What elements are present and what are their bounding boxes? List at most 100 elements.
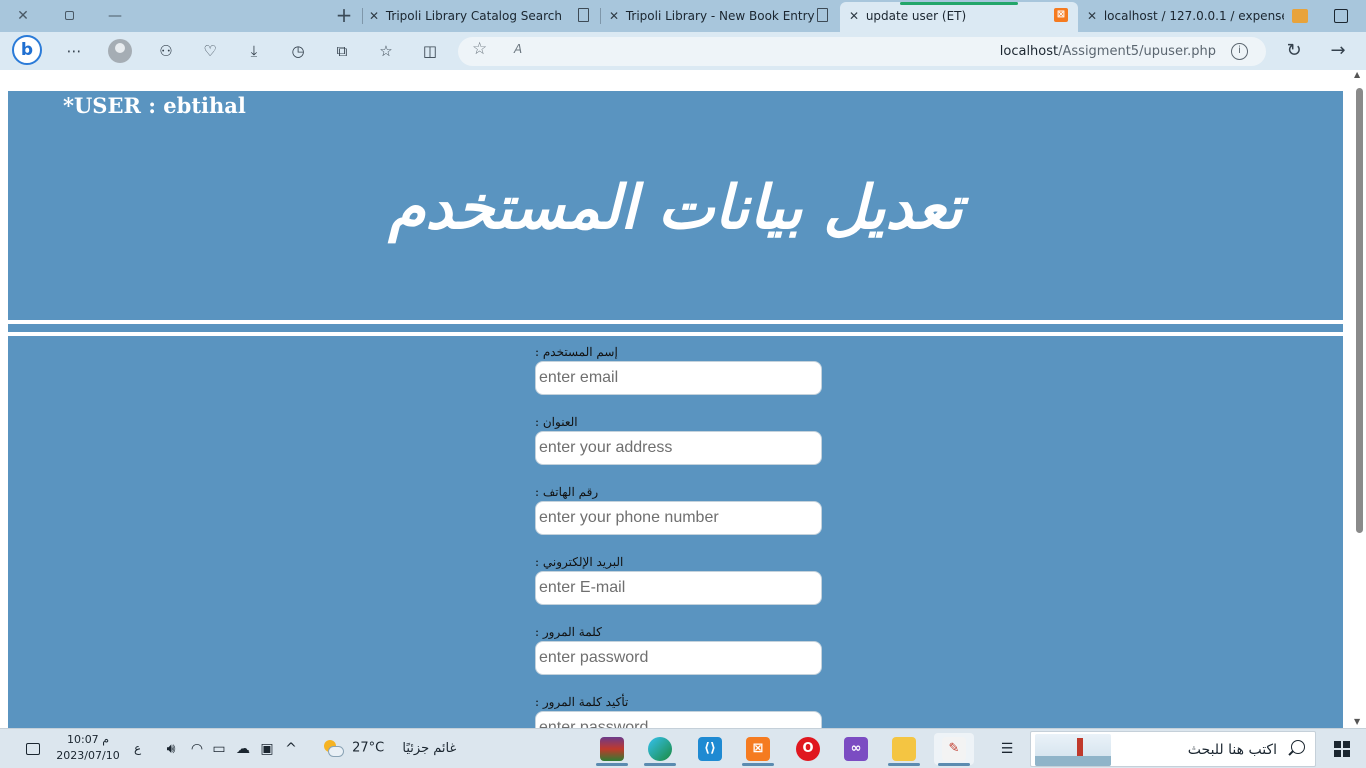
notifications-icon[interactable] — [20, 737, 46, 761]
confirm-password-input[interactable] — [535, 711, 822, 728]
tab-update-user[interactable]: ✕ update user (ET) — [840, 2, 1078, 32]
input-language[interactable]: ع — [134, 741, 141, 755]
edge-app[interactable] — [640, 733, 680, 766]
system-clock[interactable]: 10:07 م 2023/07/10 — [56, 732, 120, 764]
confirm-password-field: تأكيد كلمة المرور : — [535, 694, 825, 728]
weather-temp: 27°C — [352, 740, 385, 756]
weather-icon — [322, 739, 344, 757]
tab-close-icon[interactable]: ✕ — [366, 2, 382, 30]
scroll-down-icon[interactable]: ▼ — [1354, 717, 1360, 726]
email-label: البريد الإلكتروني : — [535, 555, 624, 569]
more-icon[interactable]: ⋯ — [62, 39, 86, 63]
tab-label: update user (ET) — [865, 9, 967, 23]
minimize-icon[interactable]: — — [102, 4, 128, 28]
edge-icon — [648, 737, 672, 761]
windows-taskbar: 10:07 م 2023/07/10 ع 🔊︎ ◠ ▭ ☁ ▣ ^ 27°C غ… — [0, 728, 1366, 768]
page-icon — [817, 8, 828, 22]
file-explorer-app[interactable] — [884, 733, 924, 766]
bing-icon[interactable]: b — [12, 35, 42, 65]
volume-icon[interactable]: 🔊︎ — [158, 737, 184, 761]
address-input[interactable] — [535, 431, 822, 465]
folder-icon — [892, 737, 916, 761]
confirm-password-label: تأكيد كلمة المرور : — [535, 695, 629, 709]
address-label: العنوان : — [535, 415, 578, 429]
xampp-app[interactable]: ⊠ — [738, 733, 778, 766]
paint-app[interactable]: ✎ — [934, 733, 974, 766]
download-icon[interactable]: ⤓ — [242, 39, 266, 63]
tab-catalog-search[interactable]: ✕ Tripoli Library Catalog Search — [366, 2, 600, 32]
scroll-up-icon[interactable]: ▲ — [1354, 70, 1360, 79]
tab-close-icon[interactable]: ✕ — [1084, 2, 1100, 30]
page-viewport: *USER : ebtihal تعديل بيانات المستخدم إس… — [0, 70, 1366, 728]
opera-app[interactable]: O — [788, 733, 828, 765]
tab-phpmyadmin[interactable]: ✕ localhost / 127.0.0.1 / expenses t — [1084, 2, 1284, 32]
lighthouse-icon — [1077, 738, 1083, 758]
visual-studio-app[interactable]: ∞ — [836, 733, 876, 765]
password-input[interactable] — [535, 641, 822, 675]
restore-icon[interactable] — [56, 4, 82, 28]
favorites-icon[interactable]: ☆ — [374, 39, 398, 63]
history-icon[interactable]: ◷ — [286, 39, 310, 63]
tab-close-icon[interactable]: ✕ — [846, 2, 862, 30]
search-placeholder: اكتب هنا للبحث — [1187, 742, 1277, 758]
extensions-icon[interactable]: ⚇ — [154, 39, 178, 63]
search-highlight-image — [1035, 734, 1111, 766]
tab-close-icon[interactable]: ✕ — [606, 2, 622, 30]
collections-icon[interactable]: ⧉ — [330, 39, 354, 63]
running-indicator — [938, 763, 970, 766]
clock-date: 2023/07/10 — [56, 749, 120, 762]
active-tab-indicator — [900, 2, 1018, 5]
task-view-icon[interactable]: ☰ — [994, 737, 1020, 761]
phone-label: رقم الهاتف : — [535, 485, 599, 499]
scroll-thumb[interactable] — [1356, 88, 1363, 533]
header-panel: *USER : ebtihal تعديل بيانات المستخدم — [8, 91, 1343, 320]
weather-widget[interactable]: 27°C غائم جزئيًا — [322, 739, 456, 757]
split-screen-icon[interactable]: ◫ — [418, 39, 442, 63]
password-field: كلمة المرور : — [535, 624, 825, 675]
tab-actions-icon[interactable] — [1334, 9, 1348, 23]
close-icon[interactable]: ✕ — [10, 4, 36, 28]
browser-tab-bar: ✕ — + ✕ Tripoli Library Catalog Search ✕… — [0, 0, 1366, 32]
winrar-icon — [600, 737, 624, 761]
onedrive-icon[interactable]: ☁ — [230, 737, 256, 761]
phpmyadmin-icon — [1292, 9, 1308, 23]
url-text[interactable]: localhost/Assigment5/upuser.php — [1000, 37, 1216, 66]
username-input[interactable] — [535, 361, 822, 395]
tab-new-book-entry[interactable]: ✕ Tripoli Library - New Book Entry — [606, 2, 840, 32]
taskbar-search[interactable]: اكتب هنا للبحث — [1030, 731, 1316, 767]
info-icon[interactable]: i — [1231, 43, 1248, 60]
opera-icon: O — [796, 737, 820, 761]
winrar-app[interactable] — [592, 733, 632, 766]
arrow-right-icon[interactable]: → — [1326, 39, 1350, 63]
email-input[interactable] — [535, 571, 822, 605]
page-icon — [578, 8, 589, 22]
email-field: البريد الإلكتروني : — [535, 554, 825, 605]
phone-input[interactable] — [535, 501, 822, 535]
url-host: localhost — [999, 44, 1059, 59]
user-label: *USER : ebtihal — [63, 93, 246, 118]
browser-toolbar: b ⋯ ⚇ ♡ ⤓ ◷ ⧉ ☆ ◫ ☆ A localhost/Assigmen… — [0, 32, 1366, 70]
running-indicator — [742, 763, 774, 766]
read-aloud-icon[interactable]: A — [514, 42, 522, 56]
username-field: إسم المستخدم : — [535, 344, 825, 395]
page-scrollbar[interactable]: ▲ ▼ — [1352, 70, 1366, 728]
new-tab-button[interactable]: + — [332, 4, 356, 28]
vscode-app[interactable]: ⟨⟩ — [690, 733, 730, 765]
meet-now-icon[interactable]: ▣ — [254, 737, 280, 761]
windows-start-icon[interactable] — [1334, 741, 1350, 757]
battery-icon[interactable]: ▭ — [206, 737, 232, 761]
running-indicator — [888, 763, 920, 766]
running-indicator — [644, 763, 676, 766]
address-field: العنوان : — [535, 414, 825, 465]
url-path: /Assigment5/upuser.php — [1058, 44, 1216, 59]
health-icon[interactable]: ♡ — [198, 39, 222, 63]
star-icon[interactable]: ☆ — [472, 39, 487, 59]
address-bar[interactable]: ☆ A localhost/Assigment5/upuser.php i — [458, 37, 1266, 66]
page-title: تعديل بيانات المستخدم — [388, 173, 963, 243]
chevron-up-icon[interactable]: ^ — [278, 737, 304, 761]
running-indicator — [596, 763, 628, 766]
password-label: كلمة المرور : — [535, 625, 602, 639]
vscode-icon: ⟨⟩ — [698, 737, 722, 761]
avatar[interactable] — [108, 39, 132, 63]
refresh-icon[interactable]: ↻ — [1282, 39, 1306, 63]
